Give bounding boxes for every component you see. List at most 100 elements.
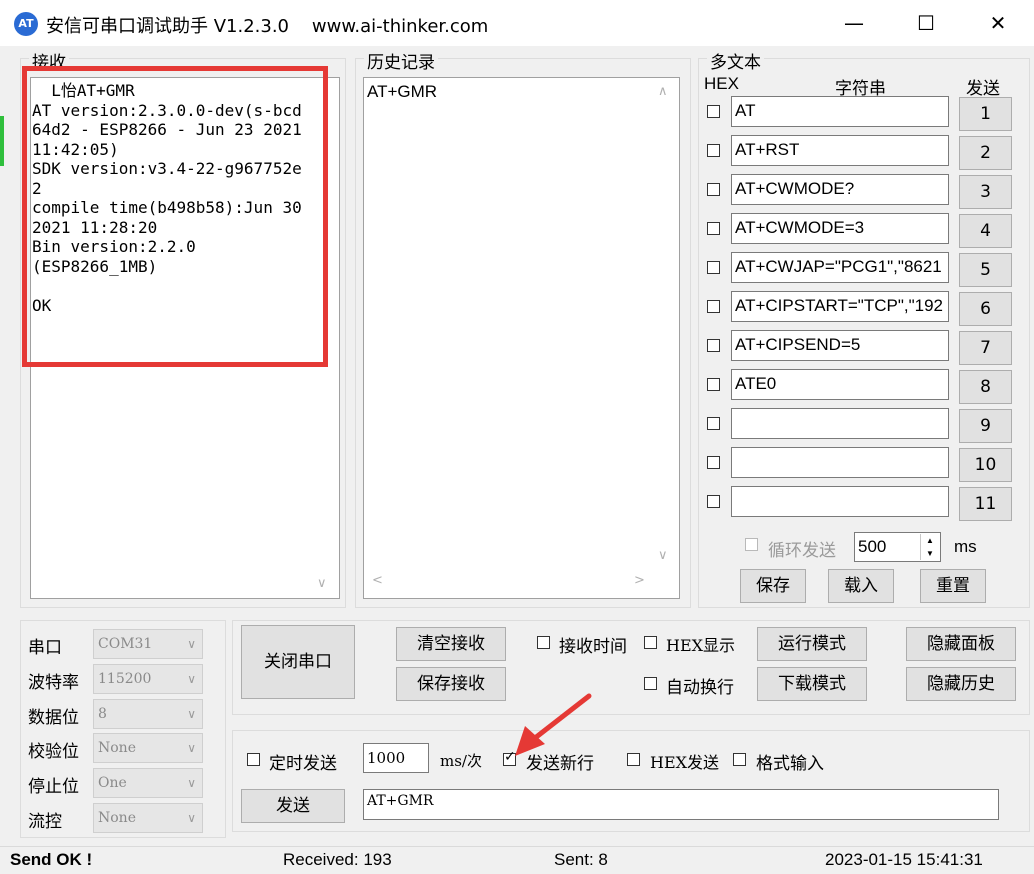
loop-interval-input[interactable]: 500 ▲ ▼ [854,532,941,562]
port-select[interactable]: COM31 ∨ [93,629,203,659]
loop-send-checkbox[interactable] [745,538,758,551]
loop-interval-value: 500 [858,537,887,556]
history-item[interactable]: AT+GMR [367,82,437,102]
multitext-send-button[interactable]: 1 [959,97,1012,131]
parity-label: 校验位 [28,742,79,763]
history-list[interactable]: AT+GMR ∧ ∨ < > [363,77,680,599]
parity-select[interactable]: None ∨ [93,733,203,764]
hex-row-checkbox[interactable] [707,456,720,469]
hide-history-button[interactable]: 隐藏历史 [906,667,1016,701]
receive-time-checkbox[interactable] [537,636,550,649]
send-input[interactable]: AT+GMR [363,789,999,820]
multitext-string-input[interactable]: AT+CWMODE=3 [731,213,949,244]
multitext-string-input[interactable] [731,486,949,517]
chevron-down-icon[interactable]: ∨ [187,804,196,832]
multitext-string-input[interactable]: AT+CWMODE? [731,174,949,205]
scroll-down-icon[interactable]: ∨ [658,548,668,563]
chevron-down-icon[interactable]: ∨ [187,665,196,693]
multitext-string-input[interactable]: AT [731,96,949,127]
load-multitext-button[interactable]: 载入 [828,569,894,603]
format-input-checkbox[interactable] [733,753,746,766]
multitext-send-button[interactable]: 3 [959,175,1012,209]
loop-unit-label: ms [954,537,977,556]
timed-interval-input[interactable]: 1000 [363,743,429,773]
hex-row-checkbox[interactable] [707,144,720,157]
data-bits-select[interactable]: 8 ∨ [93,698,203,729]
stop-bits-select-value: One [98,775,127,792]
multitext-string-input[interactable]: AT+CIPSEND=5 [731,330,949,361]
chevron-down-icon[interactable]: ∨ [187,700,196,728]
scroll-left-icon[interactable]: < [372,573,383,588]
stop-bits-select[interactable]: One ∨ [93,768,203,799]
chevron-down-icon[interactable]: ∨ [187,769,196,797]
hex-row-checkbox[interactable] [707,222,720,235]
scroll-down-icon[interactable]: ∨ [317,576,327,591]
hex-row-checkbox[interactable] [707,105,720,118]
window-title: 安信可串口调试助手 V1.2.3.0 www.ai-thinker.com [46,16,489,37]
multitext-send-button[interactable]: 8 [959,370,1012,404]
scroll-right-icon[interactable]: > [634,573,645,588]
close-button[interactable]: ✕ [962,0,1034,46]
maximize-button[interactable]: ☐ [890,0,962,46]
multitext-send-button[interactable]: 6 [959,292,1012,326]
minimize-button[interactable]: — [818,0,890,46]
flow-control-select-value: None [98,810,136,826]
history-group-title: 历史记录 [364,48,438,73]
hex-row-checkbox[interactable] [707,417,720,430]
multitext-string-input[interactable] [731,447,949,478]
hex-column-header: HEX [704,74,739,93]
reset-multitext-button[interactable]: 重置 [920,569,986,603]
auto-wrap-checkbox[interactable] [644,677,657,690]
multitext-string-input[interactable]: ATE0 [731,369,949,400]
multitext-send-button[interactable]: 11 [959,487,1012,521]
hex-row-checkbox[interactable] [707,339,720,352]
title-bar: AT 安信可串口调试助手 V1.2.3.0 www.ai-thinker.com… [0,0,1034,46]
baud-rate-select[interactable]: 115200 ∨ [93,663,203,694]
multitext-send-button[interactable]: 10 [959,448,1012,482]
timed-send-checkbox[interactable] [247,753,260,766]
multitext-send-button[interactable]: 9 [959,409,1012,443]
scroll-up-icon[interactable]: ∧ [658,84,668,99]
timed-send-label: 定时发送 [269,754,337,774]
send-status: Send OK ! [10,850,93,869]
multitext-send-button[interactable]: 2 [959,136,1012,170]
hex-row-checkbox[interactable] [707,183,720,196]
multitext-send-button[interactable]: 5 [959,253,1012,287]
multitext-group-title: 多文本 [707,48,764,73]
run-mode-button[interactable]: 运行模式 [757,627,867,661]
close-port-button[interactable]: 关闭串口 [241,625,355,699]
annotation-arrow [515,693,592,756]
save-multitext-button[interactable]: 保存 [740,569,806,603]
sent-count: Sent: 8 [554,850,608,869]
hex-row-checkbox[interactable] [707,378,720,391]
hex-row-checkbox[interactable] [707,495,720,508]
status-bar: Send OK ! Received: 193 Sent: 8 2023-01-… [0,846,1034,874]
auto-wrap-label: 自动换行 [666,678,734,698]
hex-send-checkbox[interactable] [627,753,640,766]
format-input-label: 格式输入 [756,754,824,774]
hex-row-checkbox[interactable] [707,261,720,274]
chevron-down-icon[interactable]: ∨ [187,630,196,658]
multitext-string-input[interactable]: AT+CIPSTART="TCP","192 [731,291,949,322]
chevron-down-icon[interactable]: ∨ [187,734,196,762]
data-bits-label: 数据位 [28,707,79,728]
multitext-send-button[interactable]: 7 [959,331,1012,365]
save-receive-button[interactable]: 保存接收 [396,667,506,701]
loop-interval-spinner[interactable]: ▲ ▼ [920,534,939,560]
send-column-header: 发送 [966,79,1000,99]
port-select-value: COM31 [98,636,153,652]
multitext-string-input[interactable] [731,408,949,439]
hex-row-checkbox[interactable] [707,300,720,313]
hex-display-checkbox[interactable] [644,636,657,649]
multitext-string-input[interactable]: AT+RST [731,135,949,166]
clear-receive-button[interactable]: 清空接收 [396,627,506,661]
hide-panel-button[interactable]: 隐藏面板 [906,627,1016,661]
multitext-string-input[interactable]: AT+CWJAP="PCG1","8621 [731,252,949,283]
flow-control-select[interactable]: None ∨ [93,803,203,833]
app-logo-icon: AT [14,12,38,36]
loop-send-label: 循环发送 [768,541,836,561]
multitext-send-button[interactable]: 4 [959,214,1012,248]
send-button[interactable]: 发送 [241,789,345,823]
download-mode-button[interactable]: 下载模式 [757,667,867,701]
stop-bits-label: 停止位 [28,777,79,798]
